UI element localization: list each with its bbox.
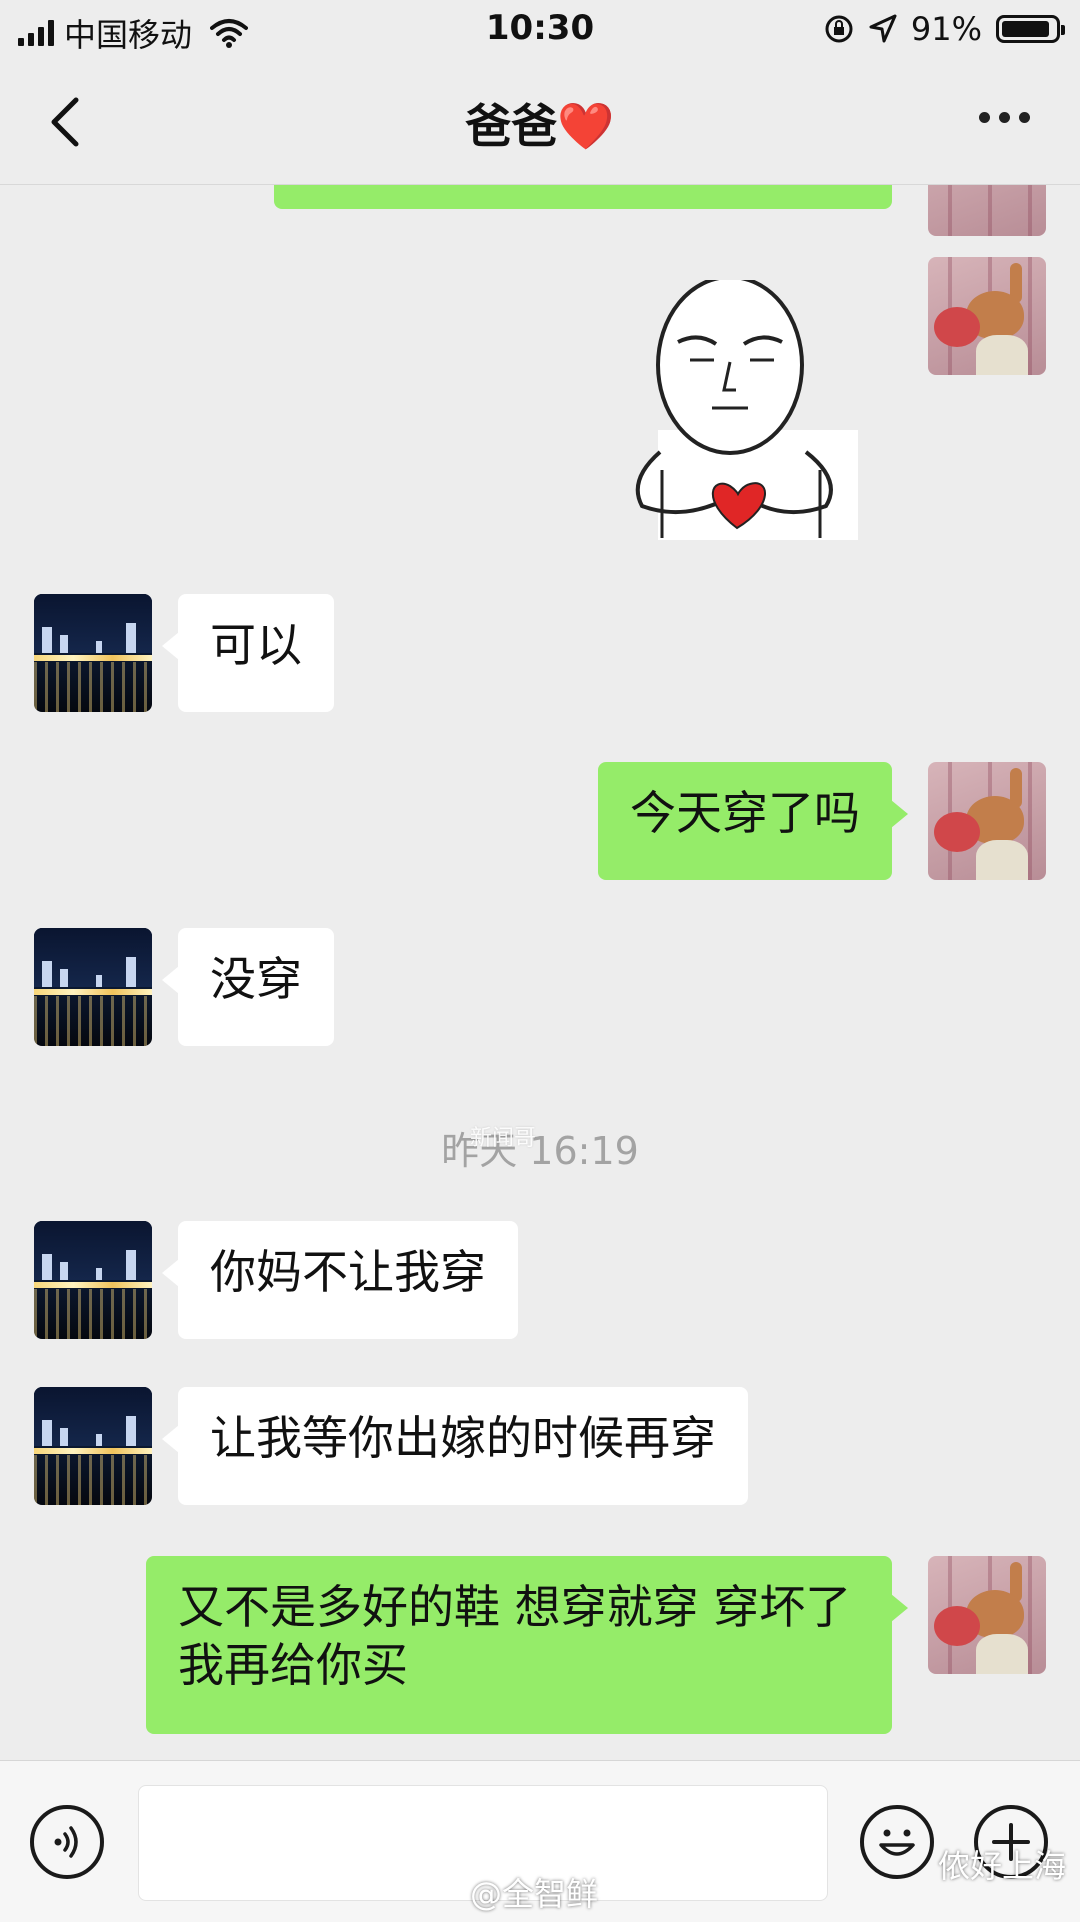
message-bubble-outgoing[interactable]: 又不是多好的鞋 想穿就穿 穿坏了我再给你买 (146, 1556, 908, 1734)
message-text: 今天穿了吗 (630, 786, 860, 840)
emoji-icon[interactable] (860, 1805, 934, 1879)
avatar-contact[interactable] (34, 1387, 152, 1505)
avatar-self[interactable] (928, 762, 1046, 880)
status-right: 91% (823, 10, 1065, 48)
battery-icon (996, 15, 1065, 43)
chat-header: 爸爸❤️ (0, 62, 1080, 185)
battery-percent: 91% (910, 10, 982, 48)
message-text: 你妈不让我穿 (210, 1245, 486, 1299)
message-bubble-incoming[interactable]: 你妈不让我穿 (162, 1221, 518, 1339)
avatar-self[interactable] (928, 257, 1046, 375)
voice-wave-glyph (54, 1826, 78, 1858)
battery-fill (1002, 21, 1050, 37)
wechat-watermark: 侬好上海 (938, 1841, 1066, 1887)
heart-emoji: ❤️ (557, 99, 615, 153)
weibo-watermark: @全智鲜 (470, 1869, 598, 1915)
message-text: 可以 (210, 618, 302, 672)
avatar-contact[interactable] (34, 928, 152, 1046)
location-icon (869, 14, 897, 43)
faint-watermark: 新闻哥 (470, 1126, 537, 1151)
contact-name: 爸爸 (465, 99, 558, 153)
heart-gesture-sticker[interactable] (620, 280, 865, 540)
message-bubble-outgoing[interactable] (274, 185, 892, 209)
avatar-self[interactable] (928, 185, 1046, 236)
avatar-contact[interactable] (34, 1221, 152, 1339)
ellipsis-icon[interactable] (979, 112, 1030, 123)
rotation-lock-icon (825, 15, 853, 43)
message-text: 又不是多好的鞋 想穿就穿 穿坏了我再给你买 (178, 1580, 852, 1692)
voice-icon[interactable] (30, 1805, 104, 1879)
avatar-contact[interactable] (34, 594, 152, 712)
message-list[interactable]: 可以 今天穿了吗 没穿 昨天 16:19 你妈不让我穿 让我等你出嫁的时候再穿 … (0, 185, 1080, 1760)
message-text: 没穿 (210, 952, 302, 1006)
smiley-glyph (879, 1829, 915, 1856)
message-timestamp: 昨天 16:19 (441, 1129, 639, 1173)
avatar-self[interactable] (928, 1556, 1046, 1674)
message-text: 让我等你出嫁的时候再穿 (210, 1411, 716, 1465)
wechat-watermark-text: 侬好上海 (938, 1847, 1067, 1885)
status-bar: 中国移动 10:30 91% (0, 0, 1080, 62)
input-bar: @全智鲜 侬好上海 (0, 1760, 1080, 1922)
message-bubble-incoming[interactable]: 没穿 (162, 928, 334, 1046)
weibo-watermark-text: @全智鲜 (470, 1875, 599, 1913)
message-bubble-outgoing[interactable]: 今天穿了吗 (598, 762, 908, 880)
chat-title: 爸爸❤️ (0, 90, 1080, 156)
message-bubble-incoming[interactable]: 可以 (162, 594, 334, 712)
message-bubble-incoming[interactable]: 让我等你出嫁的时候再穿 (162, 1387, 748, 1505)
